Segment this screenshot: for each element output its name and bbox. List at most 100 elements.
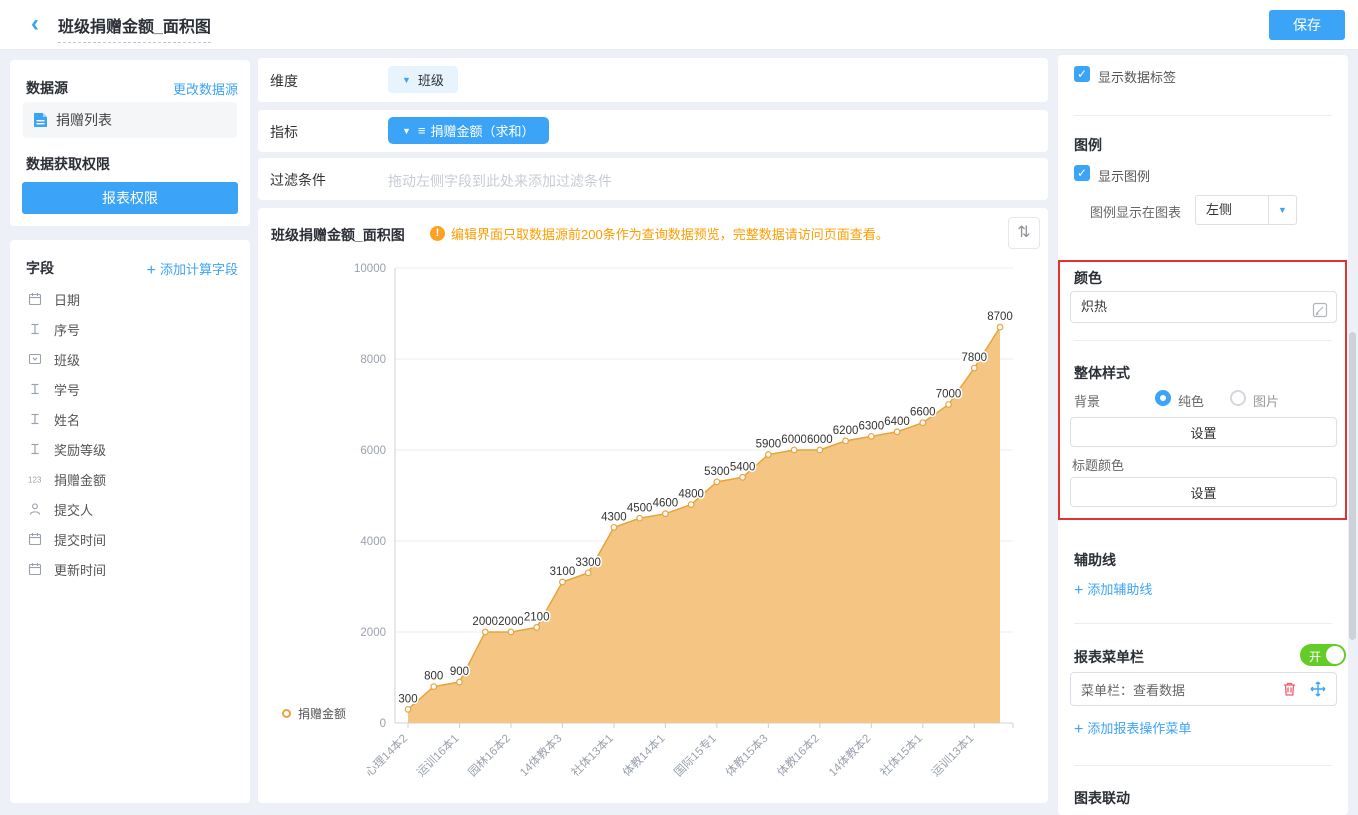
svg-text:123: 123 [28, 476, 42, 485]
data-point[interactable] [766, 452, 772, 458]
edit-icon[interactable] [1312, 299, 1328, 315]
data-label: 8700 [987, 311, 1013, 323]
data-point[interactable] [817, 447, 823, 453]
data-point[interactable] [946, 402, 952, 408]
data-point[interactable] [894, 429, 900, 435]
data-point[interactable] [482, 629, 488, 635]
data-point[interactable] [457, 679, 463, 685]
dimension-tag[interactable]: ▼ 班级 [388, 66, 458, 93]
legend-section-title: 图例 [1074, 135, 1102, 155]
color-theme-input[interactable]: 炽热 [1070, 291, 1337, 323]
check-icon: ✓ [1077, 67, 1087, 81]
scrollbar-thumb[interactable] [1349, 332, 1356, 640]
data-label: 6000 [781, 434, 807, 446]
bg-image-radio[interactable] [1230, 390, 1246, 406]
data-permission-title: 数据获取权限 [26, 154, 110, 174]
area-chart[interactable]: 0200040006000800010000心理14本2运训16本1园林16本2… [258, 250, 1048, 803]
style-panel: ✓ 显示数据标签 图例 ✓ 显示图例 图例显示在图表 左侧 ▼ 颜色 炽热 整体… [1058, 55, 1348, 815]
show-legend-text: 显示图例 [1098, 166, 1150, 185]
datasource-name: 捐赠列表 [56, 110, 112, 130]
field-item[interactable]: 日期 [20, 284, 240, 314]
field-item[interactable]: 123捐赠金额 [20, 464, 240, 494]
field-item[interactable]: 班级 [20, 344, 240, 374]
y-tick-label: 8000 [360, 354, 386, 366]
datasource-title: 数据源 [26, 78, 68, 98]
datasource-panel: 数据源 更改数据源 捐赠列表 数据获取权限 报表权限 [10, 60, 250, 226]
report-permission-button[interactable]: 报表权限 [22, 182, 238, 214]
title-color-set-button[interactable]: 设置 [1070, 477, 1337, 507]
x-tick-label: 社体15本1 [877, 731, 925, 779]
calendar-icon [28, 292, 46, 306]
field-item[interactable]: 奖励等级 [20, 434, 240, 464]
x-tick-label: 体教14本1 [620, 731, 668, 779]
sort-icon: ⇅ [1017, 224, 1030, 241]
text-icon [28, 442, 46, 456]
data-point[interactable] [688, 502, 694, 508]
data-point[interactable] [997, 324, 1003, 330]
data-point[interactable] [637, 515, 643, 521]
data-point[interactable] [869, 434, 875, 440]
data-label: 4600 [653, 498, 679, 510]
background-label: 背景 [1074, 391, 1100, 410]
bg-solid-radio[interactable] [1155, 390, 1171, 406]
data-point[interactable] [740, 475, 746, 481]
filter-row[interactable]: 过滤条件 拖动左侧字段到此处来添加过滤条件 [258, 158, 1048, 200]
chevron-down-icon: ▼ [1268, 196, 1296, 224]
data-point[interactable] [920, 420, 926, 426]
move-icon[interactable] [1310, 681, 1326, 697]
text-icon [28, 322, 46, 336]
data-label: 6200 [833, 425, 859, 437]
dimension-row: 维度 ▼ 班级 [258, 58, 1048, 102]
menu-item[interactable]: 菜单栏：查看数据 [1070, 672, 1337, 706]
data-label: 5900 [756, 439, 782, 451]
show-data-label-checkbox[interactable]: ✓ [1074, 66, 1090, 82]
field-item[interactable]: 序号 [20, 314, 240, 344]
save-button[interactable]: 保存 [1269, 10, 1345, 40]
title-color-label: 标题颜色 [1072, 455, 1124, 474]
data-label: 4300 [601, 511, 627, 523]
toggle-knob [1326, 646, 1344, 664]
x-tick-label: 国际15专1 [671, 731, 719, 779]
metric-tag-label: 捐赠金额（求和） [431, 121, 535, 140]
field-item[interactable]: 姓名 [20, 404, 240, 434]
datasource-item[interactable]: 捐赠列表 [23, 102, 237, 138]
field-item[interactable]: 提交时间 [20, 524, 240, 554]
check-icon: ✓ [1077, 166, 1087, 180]
data-point[interactable] [508, 629, 514, 635]
data-point[interactable] [611, 525, 617, 531]
bg-solid-label: 纯色 [1178, 391, 1204, 410]
field-label: 姓名 [54, 410, 80, 429]
trash-icon[interactable] [1282, 681, 1298, 697]
data-point[interactable] [405, 707, 411, 713]
data-point[interactable] [714, 479, 720, 485]
y-tick-label: 10000 [354, 263, 386, 275]
data-point[interactable] [585, 570, 591, 576]
data-point[interactable] [791, 447, 797, 453]
color-section-title: 颜色 [1074, 268, 1102, 288]
sort-button[interactable]: ⇅ [1008, 217, 1040, 249]
legend-position-select[interactable]: 左侧 ▼ [1195, 195, 1297, 225]
back-icon[interactable]: ‹ [24, 8, 46, 40]
calendar-icon [28, 532, 46, 546]
field-label: 提交人 [54, 500, 93, 519]
x-tick-label: 14体教本3 [517, 731, 565, 779]
add-calc-field-link[interactable]: +添加计算字段 [147, 259, 238, 280]
metric-tag[interactable]: ▼ ≡ 捐赠金额（求和） [388, 117, 549, 144]
data-point[interactable] [971, 365, 977, 371]
warning-icon: ! [430, 226, 445, 241]
data-point[interactable] [534, 625, 540, 631]
data-point[interactable] [843, 438, 849, 444]
show-legend-checkbox[interactable]: ✓ [1074, 165, 1090, 181]
data-point[interactable] [663, 511, 669, 517]
field-item[interactable]: 更新时间 [20, 554, 240, 584]
bg-set-button[interactable]: 设置 [1070, 417, 1337, 447]
add-refline-link[interactable]: +添加辅助线 [1074, 579, 1152, 600]
add-report-menu-link[interactable]: +添加报表操作菜单 [1074, 718, 1191, 739]
field-label: 学号 [54, 380, 80, 399]
field-item[interactable]: 提交人 [20, 494, 240, 524]
menu-toggle[interactable]: 开 [1300, 644, 1346, 666]
change-datasource-link[interactable]: 更改数据源 [173, 79, 238, 98]
field-item[interactable]: 学号 [20, 374, 240, 404]
data-point[interactable] [431, 684, 437, 690]
data-point[interactable] [560, 579, 566, 585]
